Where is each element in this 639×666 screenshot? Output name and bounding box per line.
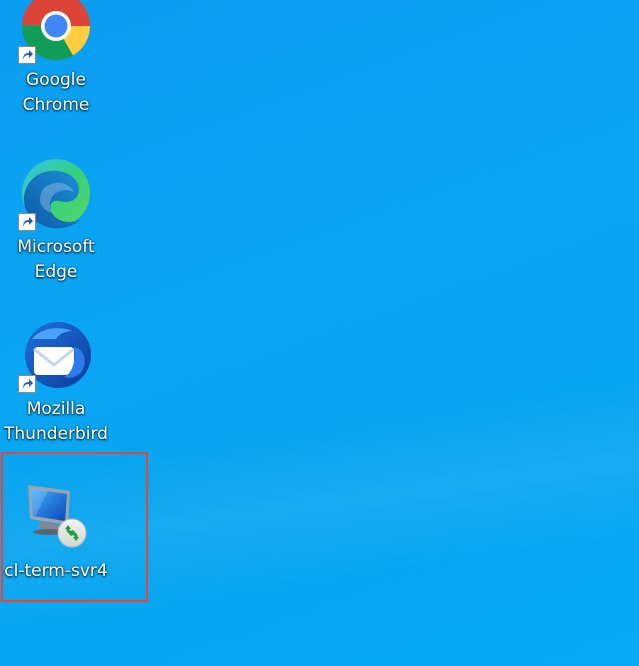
edge-icon — [18, 155, 94, 231]
icon-label: Mozilla Thunderbird — [4, 399, 108, 444]
shortcut-arrow-icon — [18, 213, 36, 231]
desktop-background[interactable]: Google Chrome Microsoft Edge Mozilla Thu… — [0, 0, 639, 666]
chrome-icon — [18, 0, 94, 64]
desktop-icon-mozilla-thunderbird[interactable]: Mozilla Thunderbird — [1, 317, 111, 447]
shortcut-arrow-icon — [18, 46, 36, 64]
icon-label: Google Chrome — [22, 70, 90, 115]
desktop-icon-google-chrome[interactable]: Google Chrome — [1, 0, 111, 118]
desktop-icon-microsoft-edge[interactable]: Microsoft Edge — [1, 155, 111, 285]
icon-label: Microsoft Edge — [17, 237, 95, 282]
shortcut-arrow-icon — [18, 375, 36, 393]
selection-highlight — [1, 452, 148, 602]
thunderbird-icon — [18, 317, 94, 393]
